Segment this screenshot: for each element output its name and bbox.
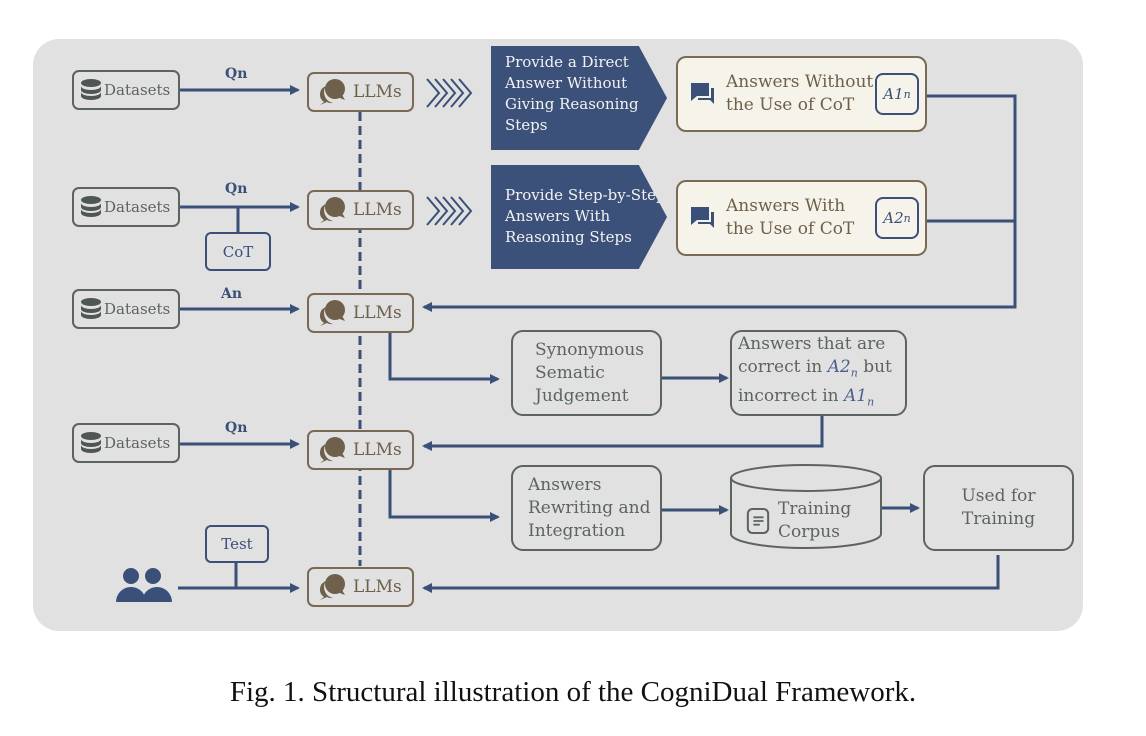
llm-node[interactable]: LLMs [307, 190, 414, 230]
llm-label: LLMs [353, 82, 402, 102]
database-icon [81, 298, 101, 319]
answers-without-cot[interactable]: Answers Without the Use of CoT A1 n [676, 56, 927, 132]
edge-label-qn: Qn [225, 66, 248, 82]
database-icon [81, 432, 101, 453]
chat-bubbles-icon [319, 437, 345, 463]
datasets-node[interactable]: Datasets [72, 423, 180, 463]
edge-label-qn: Qn [225, 420, 248, 436]
filtered-answers[interactable]: Answers that are correct in A2n but inco… [730, 330, 907, 416]
chevrons-right-icon [426, 78, 473, 108]
chat-bubbles-icon [319, 197, 345, 223]
llm-label: LLMs [353, 440, 402, 460]
corpus-text: Training Corpus [778, 499, 852, 542]
edge-label-qn: Qn [225, 181, 248, 197]
llm-label: LLMs [353, 200, 402, 220]
edge-training-to-llm [422, 555, 1000, 593]
database-icon [81, 79, 101, 100]
mode-step-by-step: Provide Step-by-Step Answers With Reason… [491, 165, 667, 269]
messages-icon [691, 207, 714, 228]
test-input-box[interactable]: Test [205, 525, 269, 563]
llm-node[interactable]: LLMs [307, 293, 414, 333]
figure-caption: Fig. 1. Structural illustration of the C… [229, 676, 917, 708]
answer-tag-a2n: A2 n [875, 197, 919, 239]
datasets-label: Datasets [104, 300, 171, 318]
chat-bubbles-icon [319, 300, 345, 326]
edge-llm-to-judgement [388, 331, 500, 384]
document-icon [746, 507, 770, 535]
judgement-text: Synonymous Sematic Judgement [535, 339, 645, 406]
answers-text: Answers Without the Use of CoT [726, 72, 874, 115]
filtered-text: Answers that are correct in A2n but inco… [738, 334, 892, 408]
rewriting-text: Answers Rewriting and Integration [528, 474, 651, 541]
llm-label: LLMs [353, 303, 402, 323]
mode-direct-answer: Provide a Direct Answer Without Giving R… [491, 46, 667, 150]
llm-node[interactable]: LLMs [307, 430, 414, 470]
answer-tag-a1n: A1 n [875, 73, 919, 115]
database-icon [81, 196, 101, 217]
training-corpus[interactable]: Training Corpus [746, 494, 876, 548]
answers-rewriting-integration[interactable]: Answers Rewriting and Integration [511, 465, 662, 551]
cot-prompt-box[interactable]: CoT [205, 232, 271, 271]
datasets-label: Datasets [104, 434, 171, 452]
edge-llm-to-rewriting [388, 468, 500, 522]
datasets-node[interactable]: Datasets [72, 289, 180, 329]
used-for-training[interactable]: Used for Training [923, 465, 1074, 551]
synonymous-semantic-judgement[interactable]: Synonymous Sematic Judgement [511, 330, 662, 416]
datasets-label: Datasets [104, 81, 171, 99]
answers-with-cot[interactable]: Answers With the Use of CoT A2 n [676, 180, 927, 256]
users-icon [116, 568, 172, 602]
training-text: Used for Training [961, 486, 1036, 529]
datasets-label: Datasets [104, 198, 171, 216]
edge-label-an: An [221, 286, 243, 302]
chat-bubbles-icon [319, 79, 345, 105]
edge-filtered-to-llm [422, 415, 824, 451]
llm-node[interactable]: LLMs [307, 567, 414, 607]
datasets-node[interactable]: Datasets [72, 187, 180, 227]
llm-node[interactable]: LLMs [307, 72, 414, 112]
datasets-node[interactable]: Datasets [72, 70, 180, 110]
messages-icon [691, 83, 714, 104]
chevrons-right-icon [426, 196, 473, 226]
answers-text: Answers With the Use of CoT [726, 196, 855, 239]
chat-bubbles-icon [319, 574, 345, 600]
llm-label: LLMs [353, 577, 402, 597]
